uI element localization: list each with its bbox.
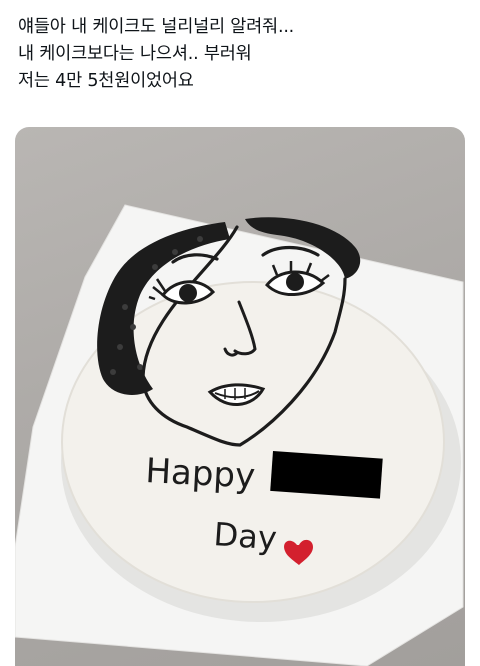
- redaction-box: [270, 450, 383, 499]
- cake-photo-illustration: Happy Day: [15, 204, 464, 666]
- post-text-line-1: 얘들아 내 케이크도 널리널리 알려줘...: [18, 17, 295, 37]
- post-text-line-2: 내 케이크보다는 나으셔.. 부러워: [18, 44, 252, 64]
- cake-text-day: Day: [212, 515, 278, 557]
- post-text: 얘들아 내 케이크도 널리널리 알려줘... 내 케이크보다는 나으셔.. 부러…: [18, 14, 468, 95]
- cake-text-happy: Happy: [145, 451, 257, 497]
- post-text-line-3: 저는 4만 5천원이었어요: [18, 71, 194, 91]
- post-photo[interactable]: Happy Day: [15, 127, 465, 666]
